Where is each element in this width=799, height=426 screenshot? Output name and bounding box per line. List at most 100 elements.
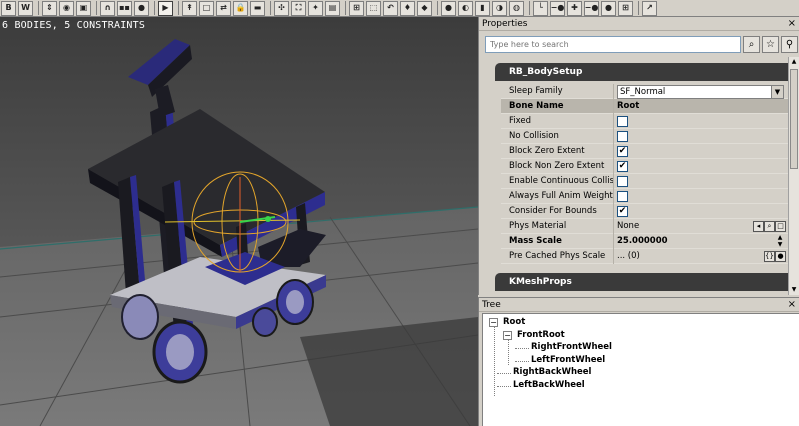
- tree-connector: [508, 340, 509, 365]
- box-icon[interactable]: □: [199, 0, 214, 16]
- scroll-down-icon[interactable]: ▼: [790, 285, 798, 295]
- weld-icon[interactable]: ∩: [100, 0, 115, 16]
- gear-icon[interactable]: ✦: [308, 0, 323, 16]
- property-row[interactable]: Fixed: [501, 114, 788, 129]
- property-row[interactable]: Sleep Family SF_Normal ▼: [501, 84, 788, 99]
- edit-array-icon[interactable]: {}: [764, 251, 775, 262]
- tree-close-button[interactable]: ×: [788, 298, 796, 312]
- property-value[interactable]: ... (0): [617, 249, 640, 264]
- window-icon[interactable]: ⬚: [366, 0, 381, 16]
- property-checkbox[interactable]: ✔: [617, 146, 628, 157]
- property-row[interactable]: Mass Scale 25.000000 ▲ ▼: [501, 234, 788, 249]
- toolbar-separator: [529, 1, 530, 15]
- collapse-icon[interactable]: −: [503, 330, 512, 340]
- bar-icon[interactable]: ▬: [250, 0, 265, 16]
- joint-type-icon[interactable]: ⊞: [349, 0, 364, 16]
- toolbar-glyph: ●: [605, 3, 612, 12]
- constraints-icon[interactable]: ▪▪: [117, 0, 132, 16]
- property-row[interactable]: No Collision: [501, 129, 788, 144]
- property-name: Enable Continuous Collision Detection: [501, 174, 614, 189]
- bodies-icon[interactable]: B: [1, 0, 16, 16]
- sphyl-icon[interactable]: ◐: [458, 0, 473, 16]
- properties-close-button[interactable]: ×: [788, 17, 796, 31]
- tree-node[interactable]: LeftFrontWheel: [531, 355, 605, 365]
- record-icon[interactable]: ●: [134, 0, 149, 16]
- select-value: SF_Normal: [620, 87, 666, 97]
- toolbar-glyph: ✚: [571, 3, 578, 12]
- use-selected-icon[interactable]: ◂: [753, 221, 764, 232]
- sphere-icon[interactable]: ●: [441, 0, 456, 16]
- scrollbar-thumb[interactable]: [790, 69, 798, 169]
- diamond-icon[interactable]: ♦: [400, 0, 415, 16]
- tree-node[interactable]: FrontRoot: [517, 330, 565, 340]
- unweld-icon[interactable]: −●: [584, 0, 599, 16]
- sleep-family-select[interactable]: SF_Normal ▼: [617, 85, 784, 99]
- tree-node[interactable]: LeftBackWheel: [513, 380, 585, 390]
- property-checkbox[interactable]: [617, 116, 628, 127]
- corner-icon[interactable]: └: [533, 0, 548, 16]
- property-checkbox[interactable]: [617, 176, 628, 187]
- undo-icon[interactable]: ↶: [383, 0, 398, 16]
- toolbar-glyph: ↗: [646, 3, 653, 12]
- property-row[interactable]: Bone Name Root: [501, 99, 788, 114]
- swap-icon[interactable]: ⇄: [216, 0, 231, 16]
- property-value[interactable]: None: [617, 219, 639, 234]
- toolbar-glyph: ⇕: [46, 3, 53, 12]
- lock-icon[interactable]: 🔒: [233, 0, 248, 16]
- browse-icon[interactable]: ⌕: [764, 221, 775, 232]
- viewport-scene[interactable]: [0, 17, 478, 426]
- property-row[interactable]: Always Full Anim Weight: [501, 189, 788, 204]
- bone-tree[interactable]: − Root − FrontRoot RightFrontWheel LeftFrontW…: [482, 313, 799, 426]
- spin-down-icon[interactable]: ▼: [775, 242, 785, 248]
- arrow-up-icon[interactable]: ↟: [182, 0, 197, 16]
- property-checkbox[interactable]: ✔: [617, 206, 628, 217]
- joint-icon[interactable]: ✣: [274, 0, 289, 16]
- category-header-rb-bodysetup[interactable]: RB_BodySetup: [495, 63, 788, 81]
- property-row[interactable]: Phys Material None ◂ ⌕ □: [501, 219, 788, 234]
- rotate-icon[interactable]: ◉: [59, 0, 74, 16]
- box-primitive-icon[interactable]: ▮: [475, 0, 490, 16]
- wire-icon[interactable]: W: [18, 0, 33, 16]
- property-checkbox[interactable]: ✔: [617, 161, 628, 172]
- property-row[interactable]: Block Zero Extent ✔: [501, 144, 788, 159]
- property-row[interactable]: Block Non Zero Extent ✔: [501, 159, 788, 174]
- property-row[interactable]: Consider For Bounds ✔: [501, 204, 788, 219]
- property-checkbox[interactable]: [617, 191, 628, 202]
- property-checkbox[interactable]: [617, 131, 628, 142]
- scale-icon[interactable]: ▣: [76, 0, 91, 16]
- add-array-icon[interactable]: ●: [775, 251, 786, 262]
- tree-node[interactable]: RightBackWheel: [513, 367, 591, 377]
- favorites-star-icon[interactable]: ☆: [762, 36, 779, 53]
- chevron-down-icon[interactable]: ▼: [771, 86, 783, 98]
- clear-icon[interactable]: □: [775, 221, 786, 232]
- search-icon[interactable]: ⌕: [743, 36, 760, 53]
- convex-icon[interactable]: ◑: [492, 0, 507, 16]
- property-grid: RB_BodySetup Sleep Family SF_Normal ▼ Bone N…: [479, 57, 788, 295]
- toolbar-glyph: ●: [445, 3, 452, 12]
- toolbar-glyph: ▤: [328, 3, 337, 12]
- physics-viewport[interactable]: 6 BODIES, 5 CONSTRAINTS: [0, 17, 478, 426]
- property-search-input[interactable]: [485, 36, 741, 53]
- property-row[interactable]: Pre Cached Phys Scale... (0) {} ●: [501, 249, 788, 264]
- frame-icon[interactable]: ⛶: [291, 0, 306, 16]
- property-value[interactable]: 25.000000: [617, 234, 668, 249]
- tree-node[interactable]: Root: [503, 317, 525, 327]
- toolbar-separator: [270, 1, 271, 15]
- dot-icon[interactable]: ●: [601, 0, 616, 16]
- property-value[interactable]: Root: [617, 99, 639, 114]
- arrow-icon[interactable]: ↗: [642, 0, 657, 16]
- filter-icon[interactable]: ⚲: [781, 36, 798, 53]
- cylinder-icon[interactable]: ◍: [509, 0, 524, 16]
- translate-icon[interactable]: ⇕: [42, 0, 57, 16]
- property-grid-scrollbar[interactable]: ▲ ▼: [788, 57, 799, 295]
- grid-icon-2[interactable]: ⊞: [618, 0, 633, 16]
- add-icon[interactable]: ✚: [567, 0, 582, 16]
- category-header-kmeshprops[interactable]: KMeshProps: [495, 273, 788, 291]
- weld-bodies-icon[interactable]: −●: [550, 0, 565, 16]
- property-row[interactable]: Enable Continuous Collision Detection: [501, 174, 788, 189]
- grid-icon[interactable]: ▤: [325, 0, 340, 16]
- tree-node[interactable]: RightFrontWheel: [531, 342, 612, 352]
- shape-icon[interactable]: ◆: [417, 0, 432, 16]
- play-icon[interactable]: ▶: [158, 0, 173, 16]
- scroll-up-icon[interactable]: ▲: [790, 57, 798, 67]
